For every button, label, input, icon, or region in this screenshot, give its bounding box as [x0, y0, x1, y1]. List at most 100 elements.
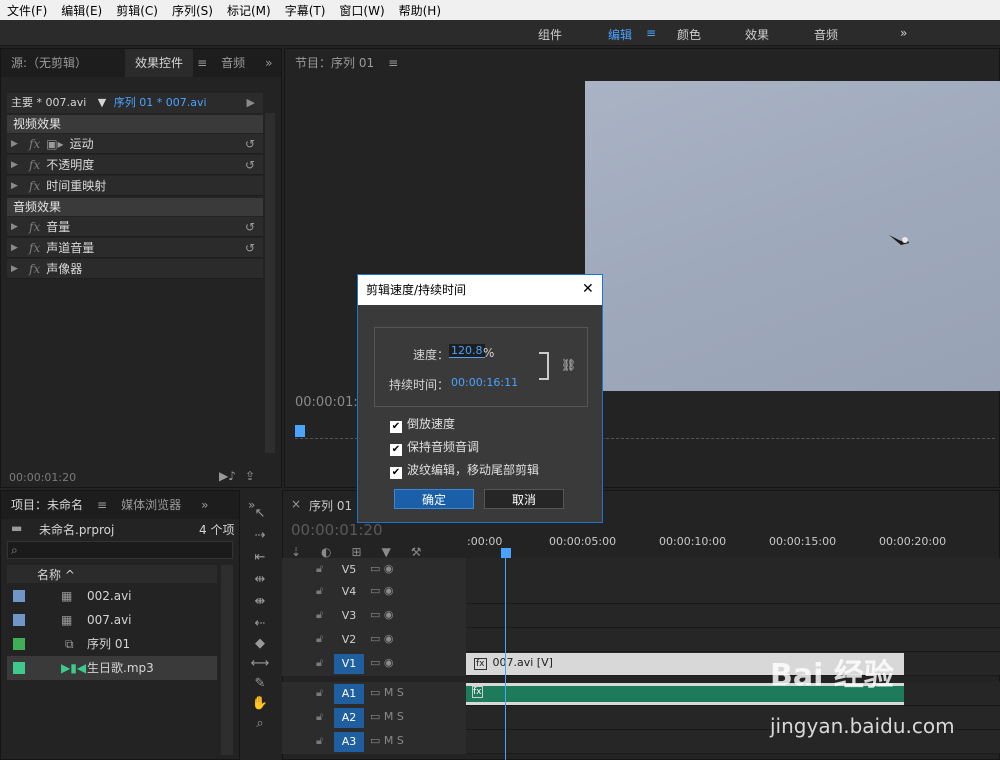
project-search-input[interactable]: ⌕: [7, 541, 233, 559]
project-item[interactable]: ▶▮◀ 生日歌.mp3: [7, 656, 217, 680]
effect-row-panner[interactable]: ▶ fx 声像器: [7, 259, 263, 279]
fx-icon[interactable]: fx: [29, 241, 40, 255]
fx-icon[interactable]: fx: [29, 158, 40, 172]
project-item[interactable]: ⧉ 序列 01: [7, 632, 217, 656]
tab-effect-controls[interactable]: 效果控件: [125, 49, 194, 77]
project-scrollbar[interactable]: [221, 565, 233, 755]
checkbox-check-icon[interactable]: ✔: [390, 467, 402, 479]
effects-scrollbar[interactable]: [265, 113, 275, 453]
cancel-button[interactable]: 取消: [484, 489, 564, 509]
checkbox-check-icon[interactable]: ✔: [390, 421, 402, 433]
reset-icon[interactable]: ↺: [245, 134, 255, 154]
lock-icon[interactable]: 🔓︎: [316, 734, 323, 748]
eye-icon[interactable]: ▭ ◉: [370, 656, 394, 669]
menu-edit[interactable]: 编辑(E): [54, 2, 109, 19]
lock-icon[interactable]: 🔓︎: [316, 656, 323, 670]
chevron-down-icon[interactable]: ▼: [98, 96, 106, 109]
expand-triangle-icon[interactable]: ▶: [11, 217, 18, 237]
menu-file[interactable]: 文件(F): [0, 2, 54, 19]
play-arrow-icon[interactable]: ▶: [247, 93, 255, 113]
slip-tool-icon[interactable]: ◆: [250, 636, 270, 651]
menu-window[interactable]: 窗口(W): [332, 2, 391, 19]
lock-icon[interactable]: 🔓︎: [316, 562, 323, 576]
track-label[interactable]: V2: [334, 630, 364, 650]
maintain-pitch-checkbox[interactable]: ✔ 保持音频音调: [390, 438, 479, 456]
playhead-marker[interactable]: [295, 425, 305, 437]
selection-tool-icon[interactable]: ↖: [250, 506, 270, 521]
lock-icon[interactable]: 🔓︎: [316, 608, 323, 622]
track-v4[interactable]: 🔓︎ V4 ▭ ◉: [282, 580, 1000, 604]
zoom-tool-icon[interactable]: ⌕: [250, 716, 270, 731]
effect-row-time-remap[interactable]: ▶ fx 时间重映射: [7, 176, 263, 196]
expand-triangle-icon[interactable]: ▶: [11, 155, 18, 175]
rolling-edit-tool-icon[interactable]: ⇹: [250, 572, 270, 587]
track-label[interactable]: A3: [334, 732, 364, 752]
reset-icon[interactable]: ↺: [245, 155, 255, 175]
effect-row-opacity[interactable]: ▶ fx 不透明度 ↺: [7, 155, 263, 175]
menu-clip[interactable]: 剪辑(C): [109, 2, 165, 19]
name-column-header[interactable]: 名称 ^: [7, 565, 217, 583]
hand-tool-icon[interactable]: ✋: [250, 696, 270, 711]
tab-sequence[interactable]: 序列 01: [309, 497, 352, 514]
mute-solo-icon[interactable]: ▭ M S: [370, 710, 404, 723]
ok-button[interactable]: 确定: [394, 489, 474, 509]
ripple-edit-tool-icon[interactable]: ⇤: [250, 550, 270, 565]
panel-menu-icon[interactable]: ≡: [193, 49, 211, 77]
tab-audio-mixer[interactable]: 音频: [211, 49, 255, 77]
sequence-clip-label[interactable]: 序列 01 * 007.avi: [114, 96, 207, 109]
track-select-tool-icon[interactable]: ⇢: [250, 528, 270, 543]
workspace-assembly[interactable]: 组件: [538, 26, 562, 43]
checkbox-check-icon[interactable]: ✔: [390, 444, 402, 456]
close-icon[interactable]: ×: [291, 497, 301, 511]
workspace-color[interactable]: 颜色: [677, 26, 701, 43]
lock-icon[interactable]: 🔓︎: [316, 686, 323, 700]
track-label[interactable]: V1: [334, 654, 364, 674]
fx-icon[interactable]: fx: [29, 262, 40, 276]
tab-source[interactable]: 源:（无剪辑）: [1, 49, 97, 77]
menu-sequence[interactable]: 序列(S): [165, 2, 220, 19]
reverse-speed-checkbox[interactable]: ✔ 倒放速度: [390, 415, 455, 433]
panel-more-icon[interactable]: »: [191, 491, 218, 519]
expand-triangle-icon[interactable]: ▶: [11, 134, 18, 154]
link-icon[interactable]: ⛓: [561, 358, 576, 372]
track-v2[interactable]: 🔓︎ V2 ▭ ◉: [282, 628, 1000, 652]
eye-icon[interactable]: ▭ ◉: [370, 608, 394, 621]
master-clip-label[interactable]: 主要 * 007.avi: [11, 96, 86, 109]
speed-input[interactable]: 120.8: [449, 344, 485, 358]
rate-stretch-tool-icon[interactable]: ⇼: [250, 594, 270, 609]
panel-menu-icon[interactable]: ≡: [93, 491, 111, 519]
lock-icon[interactable]: 🔓︎: [316, 710, 323, 724]
mute-solo-icon[interactable]: ▭ M S: [370, 686, 404, 699]
export-icon[interactable]: ⇪: [245, 469, 255, 483]
tab-program[interactable]: 节目：序列 01: [285, 49, 384, 77]
pen-tool-icon[interactable]: ✎: [250, 676, 270, 691]
effect-row-motion[interactable]: ▶ fx ▣▸ 运动 ↺: [7, 134, 263, 154]
track-label[interactable]: A1: [334, 684, 364, 704]
eye-icon[interactable]: ▭ ◉: [370, 562, 394, 575]
timeline-playhead-handle[interactable]: [501, 548, 511, 558]
track-label[interactable]: V4: [334, 582, 364, 602]
expand-triangle-icon[interactable]: ▶: [11, 238, 18, 258]
expand-triangle-icon[interactable]: ▶: [11, 259, 18, 279]
duration-input[interactable]: 00:00:16:11: [451, 376, 518, 389]
menu-title[interactable]: 字幕(T): [278, 2, 333, 19]
tab-media-browser[interactable]: 媒体浏览器: [111, 491, 191, 519]
menu-help[interactable]: 帮助(H): [392, 2, 448, 19]
slide-tool-icon[interactable]: ⟷: [250, 656, 270, 671]
menu-marker[interactable]: 标记(M): [220, 2, 278, 19]
workspace-more-icon[interactable]: »: [900, 26, 907, 40]
play-audio-icon[interactable]: ▶♪: [219, 469, 236, 483]
reset-icon[interactable]: ↺: [245, 238, 255, 258]
workspace-audio[interactable]: 音频: [814, 26, 838, 43]
track-label[interactable]: V5: [334, 560, 364, 580]
close-icon[interactable]: ✕: [582, 281, 594, 297]
fx-icon[interactable]: fx: [29, 137, 40, 151]
fx-icon[interactable]: fx: [29, 220, 40, 234]
ripple-edit-checkbox[interactable]: ✔ 波纹编辑，移动尾部剪辑: [390, 461, 539, 479]
workspace-menu-icon[interactable]: ≡: [646, 26, 656, 40]
effect-row-volume[interactable]: ▶ fx 音量 ↺: [7, 217, 263, 237]
lock-icon[interactable]: 🔓︎: [316, 584, 323, 598]
effect-row-channel-volume[interactable]: ▶ fx 声道音量 ↺: [7, 238, 263, 258]
razor-tool-icon[interactable]: ⇠: [250, 616, 270, 631]
track-v5[interactable]: 🔓︎ V5 ▭ ◉: [282, 558, 1000, 582]
